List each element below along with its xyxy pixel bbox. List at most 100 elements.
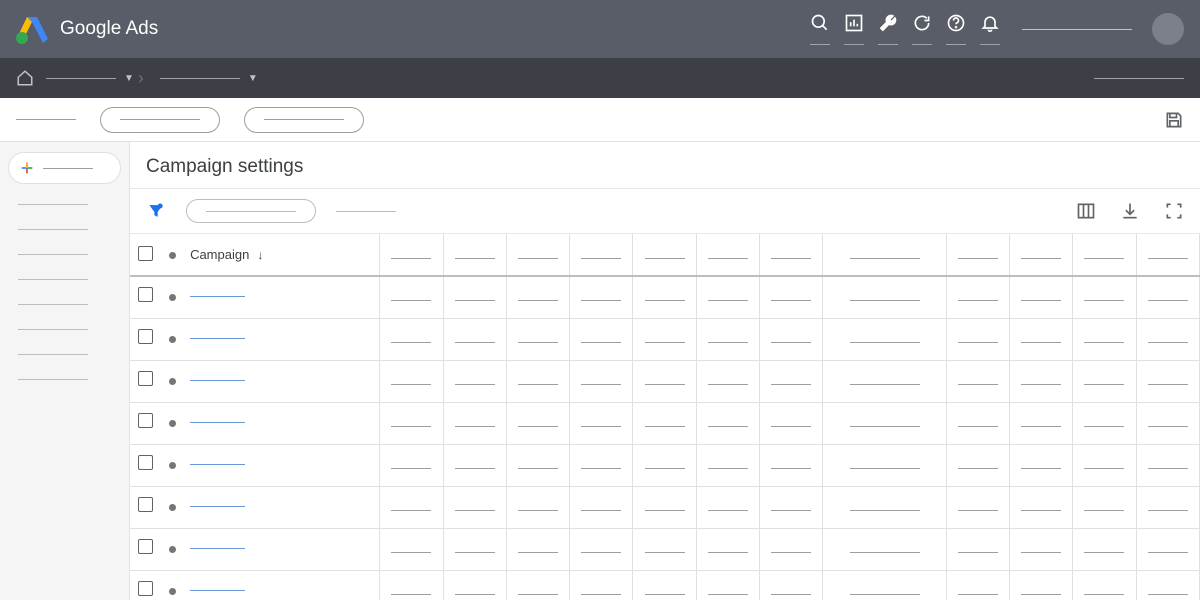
row-checkbox[interactable] [130,486,162,528]
cell [946,444,1009,486]
tools-icon[interactable] [876,13,900,45]
campaign-link[interactable] [184,486,380,528]
cell [1010,570,1073,600]
notifications-icon[interactable] [978,13,1002,45]
sidebar-item[interactable] [18,354,88,355]
column-header[interactable] [506,234,569,276]
toolbar-item[interactable] [16,119,76,120]
row-checkbox[interactable] [130,528,162,570]
campaign-link[interactable] [184,402,380,444]
cell [1010,528,1073,570]
breadcrumb-segment-1[interactable]: ▼ [46,73,134,84]
column-header[interactable] [823,234,947,276]
refresh-icon[interactable] [910,13,934,45]
help-icon[interactable] [944,13,968,45]
campaign-link[interactable] [184,528,380,570]
product-name: Google Ads [60,18,158,40]
row-checkbox[interactable] [130,570,162,600]
campaign-link[interactable] [184,570,380,600]
cell [823,486,947,528]
campaign-link[interactable] [184,444,380,486]
cell [443,402,506,444]
campaign-link[interactable] [184,318,380,360]
row-checkbox[interactable] [130,444,162,486]
campaign-link[interactable] [184,360,380,402]
search-icon[interactable] [808,13,832,45]
row-status [162,528,184,570]
breadcrumb-bar: ▼ › ▼ [0,58,1200,98]
cell [1136,402,1199,444]
page-title: Campaign settings [130,142,1200,189]
table-row [130,528,1200,570]
download-icon[interactable] [1120,201,1140,221]
avatar[interactable] [1152,13,1184,45]
cell [696,570,759,600]
sidebar-item[interactable] [18,254,88,255]
filter-icon[interactable] [146,201,166,221]
row-checkbox[interactable] [130,318,162,360]
filter-row [130,189,1200,234]
cell [443,318,506,360]
column-header[interactable] [696,234,759,276]
sidebar-item[interactable] [18,379,88,380]
account-label[interactable] [1022,29,1132,30]
home-icon[interactable] [16,69,34,87]
cell [946,486,1009,528]
row-status [162,402,184,444]
sidebar-item[interactable] [18,304,88,305]
cell [380,402,443,444]
table-row [130,444,1200,486]
cell [633,360,696,402]
create-button[interactable] [8,152,121,184]
content: Campaign settings [130,142,1200,600]
column-header[interactable] [759,234,822,276]
column-header[interactable] [1073,234,1136,276]
cell [506,570,569,600]
column-header[interactable] [443,234,506,276]
select-all-header[interactable] [130,234,162,276]
table-row [130,486,1200,528]
column-header[interactable] [946,234,1009,276]
toolbar-pill-1[interactable] [100,107,220,133]
cell [696,444,759,486]
column-header[interactable] [633,234,696,276]
cell [946,402,1009,444]
cell [1136,570,1199,600]
filter-text[interactable] [336,211,396,212]
sort-down-icon: ↓ [257,248,263,262]
row-status [162,276,184,318]
breadcrumb-segment-2[interactable]: ▼ [160,73,258,84]
toolbar-pill-2[interactable] [244,107,364,133]
column-header[interactable] [570,234,633,276]
cell [570,276,633,318]
main: Campaign settings [0,142,1200,600]
row-checkbox[interactable] [130,360,162,402]
reports-icon[interactable] [842,13,866,45]
sidebar-item[interactable] [18,229,88,230]
cell [1073,360,1136,402]
breadcrumb-right-label[interactable] [1094,78,1184,79]
cell [380,570,443,600]
cell [946,528,1009,570]
google-ads-logo-icon [16,14,48,44]
columns-icon[interactable] [1076,201,1096,221]
column-header[interactable] [380,234,443,276]
sidebar-item[interactable] [18,329,88,330]
campaign-link[interactable] [184,276,380,318]
toolbar [0,98,1200,142]
row-checkbox[interactable] [130,402,162,444]
cell [696,402,759,444]
caret-down-icon: ▼ [248,73,258,84]
sidebar-item[interactable] [18,279,88,280]
campaign-header[interactable]: Campaign ↓ [184,234,380,276]
sidebar-item[interactable] [18,204,88,205]
save-icon[interactable] [1164,110,1184,130]
row-checkbox[interactable] [130,276,162,318]
expand-icon[interactable] [1164,201,1184,221]
cell [380,444,443,486]
filter-pill[interactable] [186,199,316,223]
cell [1136,276,1199,318]
campaign-header-label: Campaign [190,247,249,262]
column-header[interactable] [1010,234,1073,276]
column-header[interactable] [1136,234,1199,276]
